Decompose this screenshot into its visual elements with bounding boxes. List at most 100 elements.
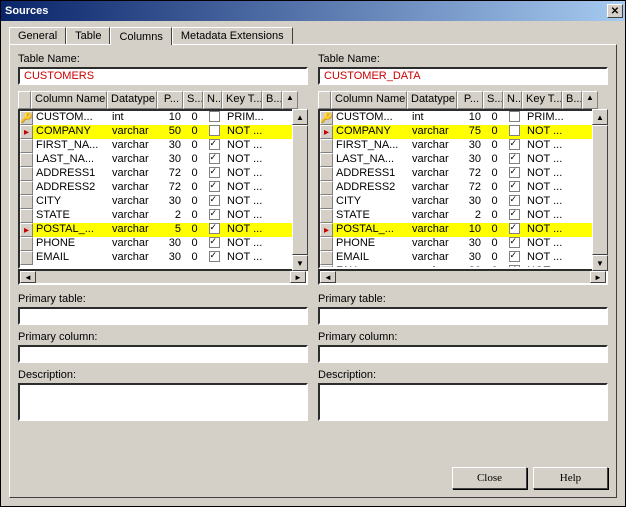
cell[interactable]: 72 bbox=[159, 167, 185, 181]
tab-columns[interactable]: Columns bbox=[110, 27, 171, 45]
cell[interactable]: 0 bbox=[185, 111, 205, 125]
key-type-cell[interactable]: NOT ... bbox=[224, 181, 264, 195]
nullable-checkbox[interactable] bbox=[505, 237, 524, 251]
cell[interactable]: POSTAL_... bbox=[33, 223, 109, 237]
description-left[interactable] bbox=[18, 383, 308, 421]
cell[interactable] bbox=[564, 265, 584, 269]
cell[interactable]: 0 bbox=[485, 125, 505, 139]
cell[interactable]: 0 bbox=[185, 125, 205, 139]
cell[interactable]: 72 bbox=[159, 181, 185, 195]
cell[interactable]: 0 bbox=[485, 153, 505, 167]
column-header[interactable]: Column Name bbox=[31, 91, 107, 109]
nullable-checkbox[interactable] bbox=[205, 251, 224, 265]
cell[interactable] bbox=[264, 167, 284, 181]
cell[interactable] bbox=[264, 251, 284, 265]
table-row[interactable]: ▸COMPANYvarchar500NOT ... bbox=[20, 125, 306, 139]
table-row[interactable]: FAXvarchar300NOT ... bbox=[320, 265, 606, 269]
cell[interactable] bbox=[564, 167, 584, 181]
cell[interactable]: 5 bbox=[159, 223, 185, 237]
cell[interactable]: varchar bbox=[109, 139, 159, 153]
cell[interactable]: 30 bbox=[459, 139, 485, 153]
scroll-up-corner[interactable]: ▲ bbox=[582, 91, 598, 109]
column-header[interactable]: B... bbox=[262, 91, 282, 109]
column-header[interactable] bbox=[18, 91, 31, 109]
cell[interactable]: 50 bbox=[159, 125, 185, 139]
cell[interactable]: 30 bbox=[459, 265, 485, 269]
cell[interactable]: varchar bbox=[409, 251, 459, 265]
nullable-checkbox[interactable] bbox=[505, 223, 524, 237]
table-row[interactable]: 🔑CUSTOM...int100PRIM... bbox=[20, 111, 306, 125]
cell[interactable] bbox=[264, 153, 284, 167]
tab-table[interactable]: Table bbox=[66, 27, 110, 44]
table-row[interactable]: ADDRESS1varchar720NOT ... bbox=[320, 167, 606, 181]
cell[interactable]: varchar bbox=[409, 153, 459, 167]
close-button[interactable]: Close bbox=[452, 467, 527, 489]
key-type-cell[interactable]: NOT ... bbox=[224, 223, 264, 237]
cell[interactable]: COMPANY bbox=[33, 125, 109, 139]
cell[interactable]: 0 bbox=[185, 167, 205, 181]
nullable-checkbox[interactable] bbox=[505, 125, 524, 139]
key-type-cell[interactable]: NOT ... bbox=[524, 167, 564, 181]
scroll-left-icon[interactable]: ◄ bbox=[20, 271, 36, 283]
key-type-cell[interactable]: NOT ... bbox=[524, 139, 564, 153]
cell[interactable] bbox=[564, 223, 584, 237]
table-row[interactable]: ADDRESS1varchar720NOT ... bbox=[20, 167, 306, 181]
cell[interactable]: 30 bbox=[459, 251, 485, 265]
nullable-checkbox[interactable] bbox=[505, 167, 524, 181]
cell[interactable]: varchar bbox=[409, 181, 459, 195]
cell[interactable]: 10 bbox=[459, 111, 485, 125]
key-type-cell[interactable]: NOT ... bbox=[524, 265, 564, 269]
tab-metadata-extensions[interactable]: Metadata Extensions bbox=[172, 27, 293, 44]
key-type-cell[interactable]: NOT ... bbox=[524, 209, 564, 223]
scroll-up-icon[interactable]: ▲ bbox=[592, 109, 608, 125]
cell[interactable]: PHONE bbox=[333, 237, 409, 251]
scroll-down-icon[interactable]: ▼ bbox=[292, 255, 308, 271]
nullable-checkbox[interactable] bbox=[505, 195, 524, 209]
column-header[interactable]: S... bbox=[183, 91, 203, 109]
cell[interactable]: 0 bbox=[485, 181, 505, 195]
cell[interactable]: varchar bbox=[109, 125, 159, 139]
cell[interactable]: varchar bbox=[409, 139, 459, 153]
table-row[interactable]: CITYvarchar300NOT ... bbox=[320, 195, 606, 209]
cell[interactable]: 0 bbox=[485, 167, 505, 181]
cell[interactable] bbox=[264, 209, 284, 223]
nullable-checkbox[interactable] bbox=[505, 209, 524, 223]
cell[interactable]: varchar bbox=[409, 209, 459, 223]
description-right[interactable] bbox=[318, 383, 608, 421]
nullable-checkbox[interactable] bbox=[205, 139, 224, 153]
cell[interactable]: 30 bbox=[159, 195, 185, 209]
cell[interactable] bbox=[564, 251, 584, 265]
table-row[interactable]: CITYvarchar300NOT ... bbox=[20, 195, 306, 209]
primary-table-left[interactable] bbox=[18, 307, 308, 325]
cell[interactable]: FIRST_NA... bbox=[333, 139, 409, 153]
cell[interactable]: 0 bbox=[185, 153, 205, 167]
cell[interactable]: varchar bbox=[109, 167, 159, 181]
cell[interactable]: 30 bbox=[459, 195, 485, 209]
cell[interactable] bbox=[564, 111, 584, 125]
cell[interactable] bbox=[264, 125, 284, 139]
cell[interactable] bbox=[564, 125, 584, 139]
table-row[interactable]: LAST_NA...varchar300NOT ... bbox=[320, 153, 606, 167]
key-type-cell[interactable]: NOT ... bbox=[224, 209, 264, 223]
cell[interactable] bbox=[564, 195, 584, 209]
cell[interactable]: varchar bbox=[409, 223, 459, 237]
vscroll-right[interactable]: ▲ ▼ bbox=[592, 109, 608, 271]
cell[interactable] bbox=[264, 111, 284, 125]
cell[interactable]: LAST_NA... bbox=[33, 153, 109, 167]
cell[interactable]: 10 bbox=[459, 223, 485, 237]
key-type-cell[interactable]: NOT ... bbox=[524, 251, 564, 265]
cell[interactable]: 2 bbox=[459, 209, 485, 223]
tab-general[interactable]: General bbox=[9, 27, 66, 44]
nullable-checkbox[interactable] bbox=[205, 181, 224, 195]
column-header[interactable]: P... bbox=[457, 91, 483, 109]
nullable-checkbox[interactable] bbox=[505, 139, 524, 153]
cell[interactable]: 0 bbox=[185, 223, 205, 237]
cell[interactable]: PHONE bbox=[33, 237, 109, 251]
cell[interactable]: CUSTOM... bbox=[333, 111, 409, 125]
key-type-cell[interactable]: NOT ... bbox=[224, 139, 264, 153]
key-type-cell[interactable]: NOT ... bbox=[524, 237, 564, 251]
cell[interactable]: 0 bbox=[185, 209, 205, 223]
scroll-right-icon[interactable]: ► bbox=[590, 271, 606, 283]
nullable-checkbox[interactable] bbox=[505, 111, 524, 125]
nullable-checkbox[interactable] bbox=[505, 181, 524, 195]
